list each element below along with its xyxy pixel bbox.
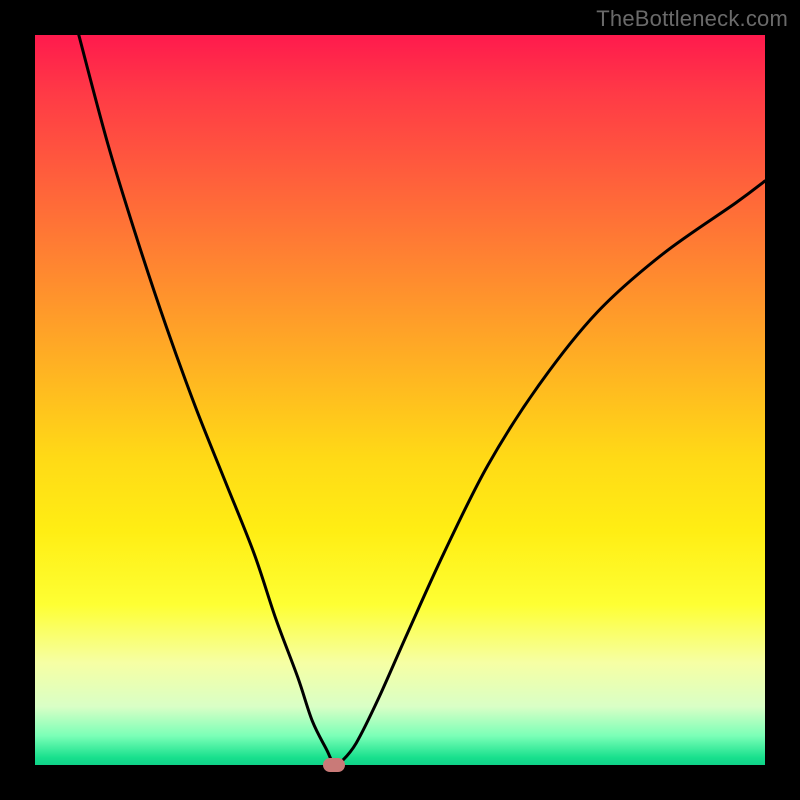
- chart-frame: TheBottleneck.com: [0, 0, 800, 800]
- watermark-text: TheBottleneck.com: [596, 6, 788, 32]
- plot-area: [35, 35, 765, 765]
- optimal-point-marker: [323, 758, 345, 772]
- bottleneck-curve: [35, 35, 765, 765]
